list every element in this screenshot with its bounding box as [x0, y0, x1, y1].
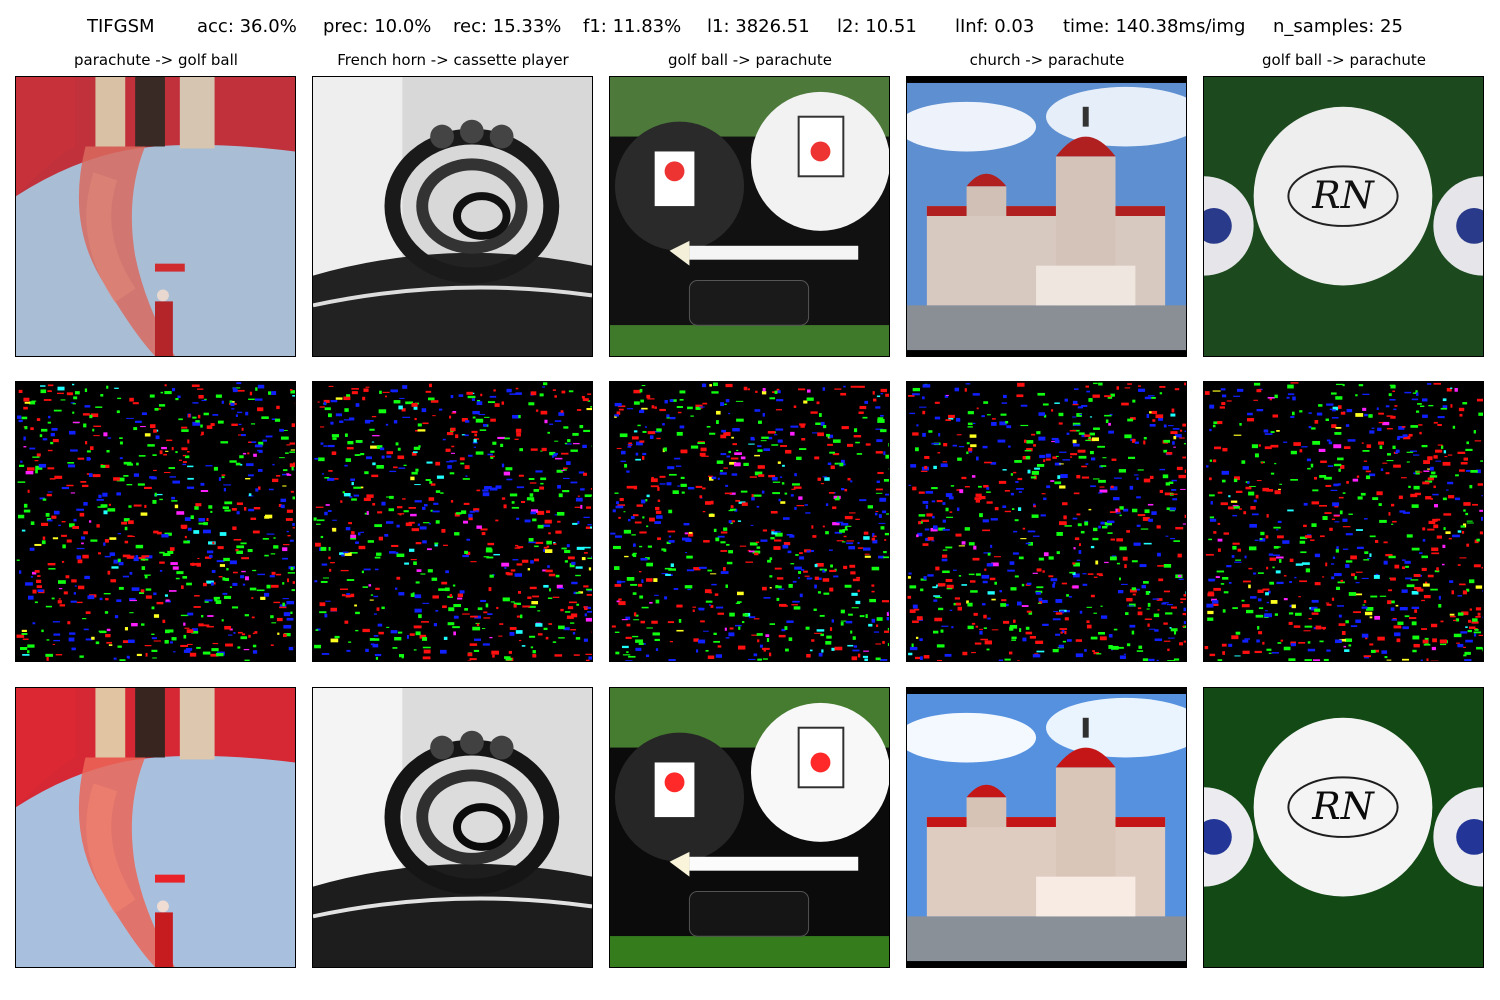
adversarial-image-golf-balls-grass: RN — [1203, 687, 1484, 968]
noise-pattern — [610, 382, 889, 661]
column-title-4: church -> parachute — [969, 51, 1125, 69]
adversarial-picture — [907, 688, 1186, 967]
precision-metric: prec: 10.0% — [323, 16, 432, 37]
svg-text:RN: RN — [1311, 784, 1375, 828]
linf-metric: lInf: 0.03 — [955, 16, 1035, 37]
svg-text:RN: RN — [1311, 173, 1375, 217]
original-image-golf-balls-grass: RN — [1203, 76, 1484, 357]
adversarial-image-french-horn — [312, 687, 593, 968]
time-metric: time: 140.38ms/img — [1063, 16, 1246, 37]
noise-pattern — [907, 382, 1186, 661]
recall-metric: rec: 15.33% — [453, 16, 562, 37]
perturbation-3 — [609, 381, 890, 662]
noise-pattern — [313, 382, 592, 661]
l1-metric: l1: 3826.51 — [707, 16, 810, 37]
original-image-parachute — [15, 76, 296, 357]
method-label: TIFGSM — [87, 16, 155, 37]
golf-balls-grass-picture: RN — [1204, 77, 1483, 356]
adversarial-image-parachute — [15, 687, 296, 968]
column-title-3: golf ball -> parachute — [668, 51, 832, 69]
adversarial-picture: RN — [1204, 688, 1483, 967]
adversarial-picture — [16, 688, 295, 967]
french-horn-picture — [313, 77, 592, 356]
column-title-1: parachute -> golf ball — [74, 51, 238, 69]
noise-pattern — [1204, 382, 1483, 661]
f1-metric: f1: 11.83% — [583, 16, 682, 37]
l2-metric: l2: 10.51 — [837, 16, 917, 37]
golf-balls-tee-picture — [610, 77, 889, 356]
adversarial-image-church — [906, 687, 1187, 968]
parachute-picture — [16, 77, 295, 356]
column-title-5: golf ball -> parachute — [1262, 51, 1426, 69]
original-image-french-horn — [312, 76, 593, 357]
original-image-church — [906, 76, 1187, 357]
adversarial-picture — [610, 688, 889, 967]
noise-pattern — [16, 382, 295, 661]
original-image-golf-balls-tee — [609, 76, 890, 357]
sample-count: n_samples: 25 — [1273, 16, 1403, 37]
accuracy-metric: acc: 36.0% — [197, 16, 297, 37]
figure-header: TIFGSM acc: 36.0% prec: 10.0% rec: 15.33… — [0, 16, 1500, 42]
column-title-2: French horn -> cassette player — [337, 51, 569, 69]
perturbation-1 — [15, 381, 296, 662]
perturbation-4 — [906, 381, 1187, 662]
church-picture — [907, 77, 1186, 356]
adversarial-picture — [313, 688, 592, 967]
perturbation-5 — [1203, 381, 1484, 662]
adversarial-image-golf-balls-tee — [609, 687, 890, 968]
perturbation-2 — [312, 381, 593, 662]
